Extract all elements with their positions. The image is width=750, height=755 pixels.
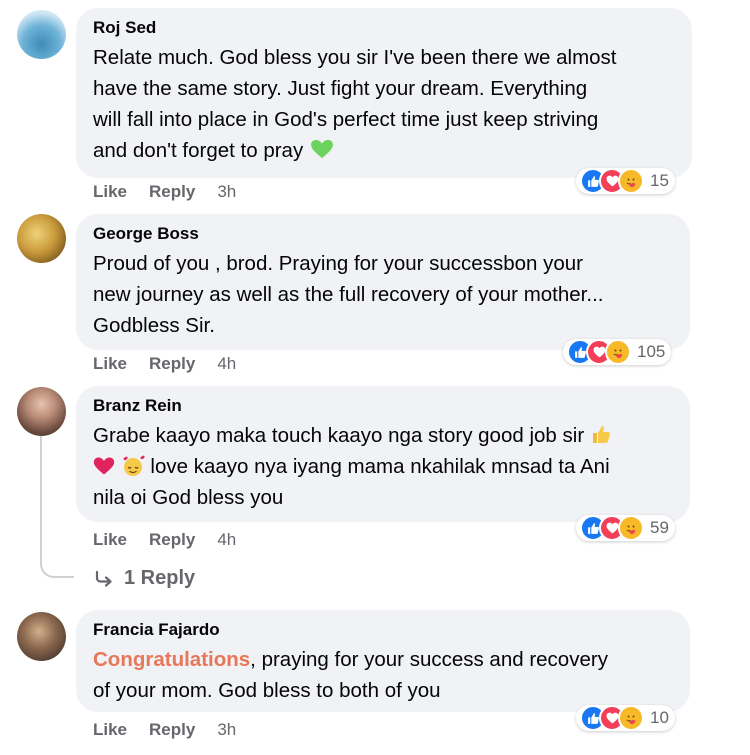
comment-line: will fall into place in God's perfect ti… <box>93 108 599 131</box>
commenter-name[interactable]: George Boss <box>93 224 672 244</box>
reaction-summary[interactable]: 105 <box>563 339 672 365</box>
reply-thread-curve <box>40 560 74 578</box>
like-button[interactable]: Like <box>93 530 127 550</box>
avatar[interactable] <box>17 612 66 661</box>
reply-button[interactable]: Reply <box>149 720 195 740</box>
reply-thread-line <box>40 436 42 560</box>
comment-actions: Like Reply 3h <box>93 182 236 202</box>
green-heart-icon <box>310 139 333 159</box>
comment-line: Congratulations, praying for your succes… <box>93 648 608 671</box>
comment-text: Proud of you , brod. Praying for your su… <box>93 248 672 341</box>
reaction-count[interactable]: 10 <box>650 708 669 728</box>
comment-actions: Like Reply 4h <box>93 530 236 550</box>
reply-button[interactable]: Reply <box>149 354 195 374</box>
care-icon <box>605 339 631 365</box>
thumbs-up-emoji-icon <box>592 426 610 443</box>
reaction-count[interactable]: 15 <box>650 171 669 191</box>
commenter-name[interactable]: Francia Fajardo <box>93 620 672 640</box>
highlighted-word: Congratulations <box>93 648 251 671</box>
reaction-count[interactable]: 59 <box>650 518 669 538</box>
reaction-summary[interactable]: 10 <box>576 705 675 731</box>
reply-button[interactable]: Reply <box>149 530 195 550</box>
care-icon <box>618 168 644 194</box>
comment-line: have the same story. Just fight your dre… <box>93 77 588 100</box>
comment-bubble: Francia Fajardo Congratulations, praying… <box>76 610 690 712</box>
comment-timestamp[interactable]: 4h <box>217 354 236 374</box>
reply-arrow-icon <box>95 570 112 587</box>
comment-timestamp[interactable]: 3h <box>217 720 236 740</box>
red-heart-icon <box>93 457 115 475</box>
view-replies-link[interactable]: 1 Reply <box>94 567 195 590</box>
comment-text: Relate much. God bless you sir I've been… <box>93 42 674 166</box>
commenter-name[interactable]: Roj Sed <box>93 18 674 38</box>
comment-actions: Like Reply 4h <box>93 354 236 374</box>
comment-line: love kaayo nya iyang mama nkahilak mnsad… <box>93 451 672 482</box>
avatar[interactable] <box>17 10 66 59</box>
comment-text: Grabe kaayo maka touch kaayo nga story g… <box>93 420 672 513</box>
comment-line: Relate much. God bless you sir I've been… <box>93 46 617 69</box>
reaction-count[interactable]: 105 <box>637 342 665 362</box>
comment-line: and don't forget to pray <box>93 135 674 166</box>
care-icon <box>618 515 644 541</box>
like-button[interactable]: Like <box>93 720 127 740</box>
reaction-summary[interactable]: 15 <box>576 168 675 194</box>
comment-line: Godbless Sir. <box>93 314 215 337</box>
comment-line: nila oi God bless you <box>93 486 284 509</box>
comment-line: new journey as well as the full recovery… <box>93 283 604 306</box>
avatar[interactable] <box>17 214 66 263</box>
avatar[interactable] <box>17 387 66 436</box>
commenter-name[interactable]: Branz Rein <box>93 396 672 416</box>
comment-timestamp[interactable]: 3h <box>217 182 236 202</box>
comment-bubble: Branz Rein Grabe kaayo maka touch kaayo … <box>76 386 690 522</box>
like-button[interactable]: Like <box>93 182 127 202</box>
smiling-face-with-hearts-icon <box>123 455 145 476</box>
care-icon <box>618 705 644 731</box>
reaction-summary[interactable]: 59 <box>576 515 675 541</box>
comment-bubble: George Boss Proud of you , brod. Praying… <box>76 214 690 350</box>
reply-button[interactable]: Reply <box>149 182 195 202</box>
like-button[interactable]: Like <box>93 354 127 374</box>
comment-line: Grabe kaayo maka touch kaayo nga story g… <box>93 420 672 451</box>
comment-actions: Like Reply 3h <box>93 720 236 740</box>
replies-count-label[interactable]: 1 Reply <box>124 567 195 590</box>
comment-text: Congratulations, praying for your succes… <box>93 644 672 706</box>
comment-line: Proud of you , brod. Praying for your su… <box>93 252 583 275</box>
comment-timestamp[interactable]: 4h <box>217 530 236 550</box>
comment-line: of your mom. God bless to both of you <box>93 679 441 702</box>
comment-bubble: Roj Sed Relate much. God bless you sir I… <box>76 8 692 178</box>
